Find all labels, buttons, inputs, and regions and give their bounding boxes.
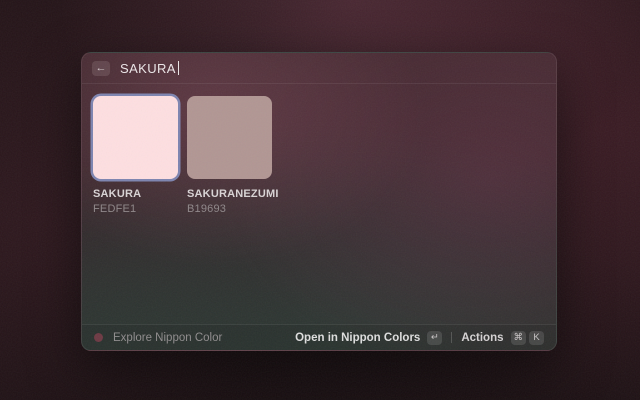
k-key-badge: K xyxy=(529,330,544,345)
search-input-value: SAKURA xyxy=(120,60,176,76)
color-name: SAKURA xyxy=(93,188,142,200)
enter-key-badge: ↵ xyxy=(427,330,443,345)
primary-action-button[interactable]: Open in Nippon Colors xyxy=(295,332,420,344)
results-area: SAKURA FEDFE1 SAKURANEZUMI B19693 xyxy=(82,84,556,215)
back-button[interactable]: ← xyxy=(92,60,110,76)
color-card-sakura[interactable]: SAKURA FEDFE1 xyxy=(93,96,179,215)
cmd-key-badge: ⌘ xyxy=(510,330,526,345)
actions-menu-button[interactable]: Actions xyxy=(461,332,503,344)
color-hex: B19693 xyxy=(187,203,227,215)
raycast-window: ← SAKURA SAKURA FEDFE1 SAKURANEZUMI B196… xyxy=(81,52,557,351)
footer-actions: Open in Nippon Colors ↵ Actions ⌘ K xyxy=(295,330,544,345)
color-swatch[interactable] xyxy=(93,96,178,179)
back-arrow-icon: ← xyxy=(95,61,107,74)
app-label: Explore Nippon Color xyxy=(113,331,223,344)
color-hex: FEDFE1 xyxy=(93,203,137,215)
color-swatch[interactable] xyxy=(187,96,272,179)
action-bar: Explore Nippon Color Open in Nippon Colo… xyxy=(82,324,556,350)
actions-shortcut: ⌘ K xyxy=(510,330,544,345)
color-name: SAKURANEZUMI xyxy=(187,188,279,200)
nippon-color-app-icon xyxy=(94,333,103,342)
search-bar: ← SAKURA xyxy=(82,53,556,84)
text-cursor xyxy=(177,61,179,75)
color-card-sakuranezumi[interactable]: SAKURANEZUMI B19693 xyxy=(187,96,279,215)
footer-divider xyxy=(451,332,453,343)
color-grid: SAKURA FEDFE1 SAKURANEZUMI B19693 xyxy=(93,96,545,215)
search-input[interactable]: SAKURA xyxy=(120,61,179,76)
